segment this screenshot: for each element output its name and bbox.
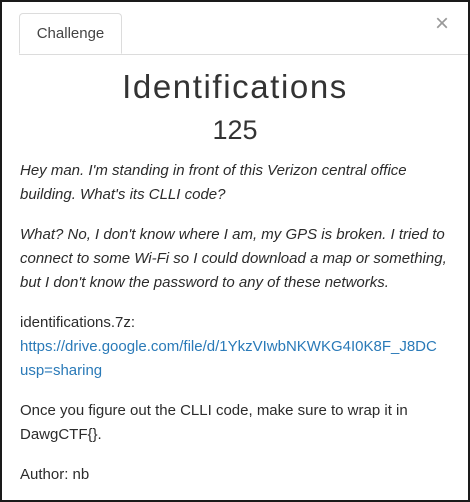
tab-bar: Challenge (19, 13, 468, 55)
challenge-author: Author: nb (20, 466, 90, 483)
challenge-modal: Challenge × Identifications 125 Hey man.… (0, 0, 470, 502)
tab-challenge[interactable]: Challenge (19, 13, 122, 54)
flag-format-instruction: Once you figure out the CLLI code, make … (20, 402, 408, 443)
challenge-description: Hey man. I'm standing in front of this V… (20, 159, 465, 500)
challenge-title: Identifications (122, 68, 348, 105)
file-paragraph: identifications.7z: https://drive.google… (20, 311, 465, 383)
file-label: identifications.7z: (20, 314, 136, 331)
close-icon[interactable]: × (432, 12, 452, 36)
description-paragraph-2: What? No, I don't know where I am, my GP… (20, 226, 447, 291)
file-download-link-continued[interactable]: usp=sharing (20, 359, 465, 383)
description-paragraph-1: Hey man. I'm standing in front of this V… (20, 162, 407, 203)
challenge-points: 125 (212, 115, 258, 145)
file-download-link[interactable]: https://drive.google.com/file/d/1YkzVIwb… (20, 335, 465, 359)
